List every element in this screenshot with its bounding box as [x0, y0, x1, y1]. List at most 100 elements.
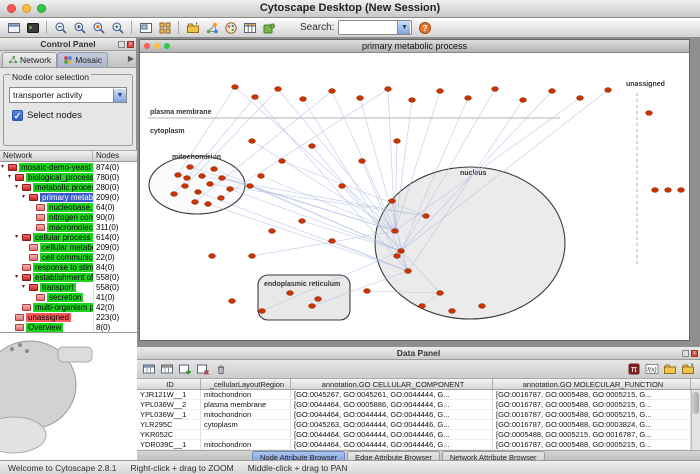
network-node[interactable] [385, 87, 392, 92]
close-panel-icon[interactable]: x [127, 41, 134, 48]
column-header-network[interactable]: Network [0, 151, 93, 161]
network-node[interactable] [678, 188, 685, 193]
network-node[interactable] [258, 174, 265, 179]
search-input[interactable] [339, 22, 397, 34]
table-row[interactable]: YJR121W__1mitochondrion[GO:0045267, GO:0… [137, 390, 700, 400]
new-attribute-icon[interactable] [176, 361, 194, 377]
console-icon[interactable] [23, 19, 42, 36]
network-node[interactable] [207, 182, 214, 187]
table-cell[interactable]: [GO:0016787, GO:0005488, GO:0005215, G..… [493, 410, 691, 419]
column-header[interactable]: ID [137, 379, 201, 389]
table-row[interactable]: YPL036W__2plasma membrane[GO:0044464, GO… [137, 400, 700, 410]
formula-fx-icon[interactable]: f(x) [643, 361, 661, 377]
network-node[interactable] [520, 98, 527, 103]
network-node[interactable] [209, 254, 216, 259]
network-node[interactable] [249, 254, 256, 259]
table-cell[interactable]: YLR295C [137, 420, 201, 429]
network-node[interactable] [199, 174, 206, 179]
network-node[interactable] [339, 184, 346, 189]
table-cell[interactable]: [GO:0016787, GO:0005488, GO:0003824, G..… [493, 420, 691, 429]
tree-item[interactable]: secretion41(0) [0, 292, 137, 302]
network-edge[interactable] [250, 186, 401, 251]
vizmapper-icon[interactable] [221, 19, 240, 36]
network-node[interactable] [329, 239, 336, 244]
tree-expander-icon[interactable]: ▾ [15, 274, 22, 280]
birdseye-view[interactable] [0, 332, 137, 460]
table-cell[interactable]: [GO:0044464, GO:0005886, GO:0044444, G..… [291, 400, 493, 409]
network-node[interactable] [211, 167, 218, 172]
table-row[interactable]: YDR039C__1mitochondrion[GO:0044464, GO:0… [137, 440, 700, 450]
network-node[interactable] [423, 214, 430, 219]
network-node[interactable] [184, 176, 191, 181]
table-cell[interactable]: mitochondrion [201, 390, 291, 399]
table-cell[interactable]: YPL036W__1 [137, 410, 201, 419]
trash-icon[interactable] [212, 361, 230, 377]
network-node[interactable] [309, 144, 316, 149]
table-row[interactable]: YLR295Ccytoplasm[GO:0045263, GO:0044444,… [137, 420, 700, 430]
tree-item[interactable]: macromolecule metabolic311(0) [0, 222, 137, 232]
tree-expander-icon[interactable]: ▾ [8, 174, 15, 180]
network-node[interactable] [405, 269, 412, 274]
function-pi-icon[interactable]: π [625, 361, 643, 377]
network-node[interactable] [549, 89, 556, 94]
node-color-dropdown[interactable]: transporter activity ▼ [9, 87, 127, 103]
network-node[interactable] [492, 87, 499, 92]
column-header[interactable]: annotation.GO CELLULAR_COMPONENT [291, 379, 493, 389]
zoom-out-icon[interactable] [51, 19, 70, 36]
network-node[interactable] [182, 184, 189, 189]
network-node[interactable] [171, 192, 178, 197]
unselect-attributes-icon[interactable] [158, 361, 176, 377]
tree-item[interactable]: ▾establishment of localization558(0) [0, 272, 137, 282]
tab-mosaic[interactable]: Mosaic [57, 52, 108, 67]
table-scrollbar[interactable] [691, 390, 700, 450]
table-row[interactable]: YKR052C[GO:0044464, GO:0044444, GO:00444… [137, 430, 700, 440]
tree-expander-icon[interactable]: ▾ [15, 234, 22, 240]
table-cell[interactable] [201, 430, 291, 439]
network-view-titlebar[interactable]: primary metabolic process [140, 40, 689, 53]
search-settings-icon[interactable]: ? [415, 19, 434, 36]
network-edge[interactable] [252, 231, 395, 256]
network-node[interactable] [394, 139, 401, 144]
table-cell[interactable]: [GO:0044464, GO:0044444, GO:0044446, G..… [291, 410, 493, 419]
network-node[interactable] [218, 196, 225, 201]
table-cell[interactable]: [GO:0044464, GO:0044444, GO:0044446, G..… [291, 440, 493, 449]
network-node[interactable] [229, 299, 236, 304]
table-row[interactable]: YPL036W__1mitochondrion[GO:0044464, GO:0… [137, 410, 700, 420]
network-node[interactable] [437, 89, 444, 94]
network-node[interactable] [465, 96, 472, 101]
table-cell[interactable]: plasma membrane [201, 400, 291, 409]
network-node[interactable] [287, 291, 294, 296]
view-maximize-button[interactable] [164, 43, 170, 49]
network-node[interactable] [275, 87, 282, 92]
network-node[interactable] [315, 297, 322, 302]
search-dropdown-arrow-icon[interactable]: ▼ [397, 21, 410, 34]
tree-item[interactable]: unassigned223(0) [0, 312, 137, 322]
column-header[interactable]: annotation.GO MOLECULAR_FUNCTION [493, 379, 691, 389]
network-node[interactable] [392, 229, 399, 234]
tab-scroll-right-icon[interactable]: ▶ [128, 54, 134, 63]
tab-network[interactable]: Network [2, 52, 57, 67]
attribute-browser-icon[interactable] [240, 19, 259, 36]
network-node[interactable] [329, 89, 336, 94]
tree-item[interactable]: Overview8(0) [0, 322, 137, 332]
tree-expander-icon[interactable]: ▾ [22, 194, 29, 200]
table-cell[interactable]: [GO:0016787, GO:0005488, GO:0005215, G..… [493, 400, 691, 409]
table-cell[interactable]: [GO:0044464, GO:0044444, GO:0044446, G..… [291, 430, 493, 439]
tree-item[interactable]: nucleobase, nucleoside, nucleotide metab… [0, 202, 137, 212]
network-node[interactable] [398, 249, 405, 254]
dropdown-arrow-icon[interactable]: ▼ [113, 89, 126, 102]
network-node[interactable] [205, 202, 212, 207]
network-node[interactable] [279, 159, 286, 164]
tree-item[interactable]: ▾biological_process780(0) [0, 172, 137, 182]
tree-item[interactable]: response to stimulus84(0) [0, 262, 137, 272]
close-panel-icon[interactable]: x [691, 350, 698, 357]
network-node[interactable] [259, 309, 266, 314]
network-node[interactable] [299, 219, 306, 224]
network-node[interactable] [269, 229, 276, 234]
tree-item[interactable]: ▾primary metabolic process209(0) [0, 192, 137, 202]
tree-expander-icon[interactable]: ▾ [15, 184, 22, 190]
network-node[interactable] [479, 304, 486, 309]
network-node[interactable] [394, 254, 401, 259]
network-node[interactable] [652, 188, 659, 193]
table-cell[interactable]: [GO:0016787, GO:0005488, GO:0005215, G..… [493, 440, 691, 449]
